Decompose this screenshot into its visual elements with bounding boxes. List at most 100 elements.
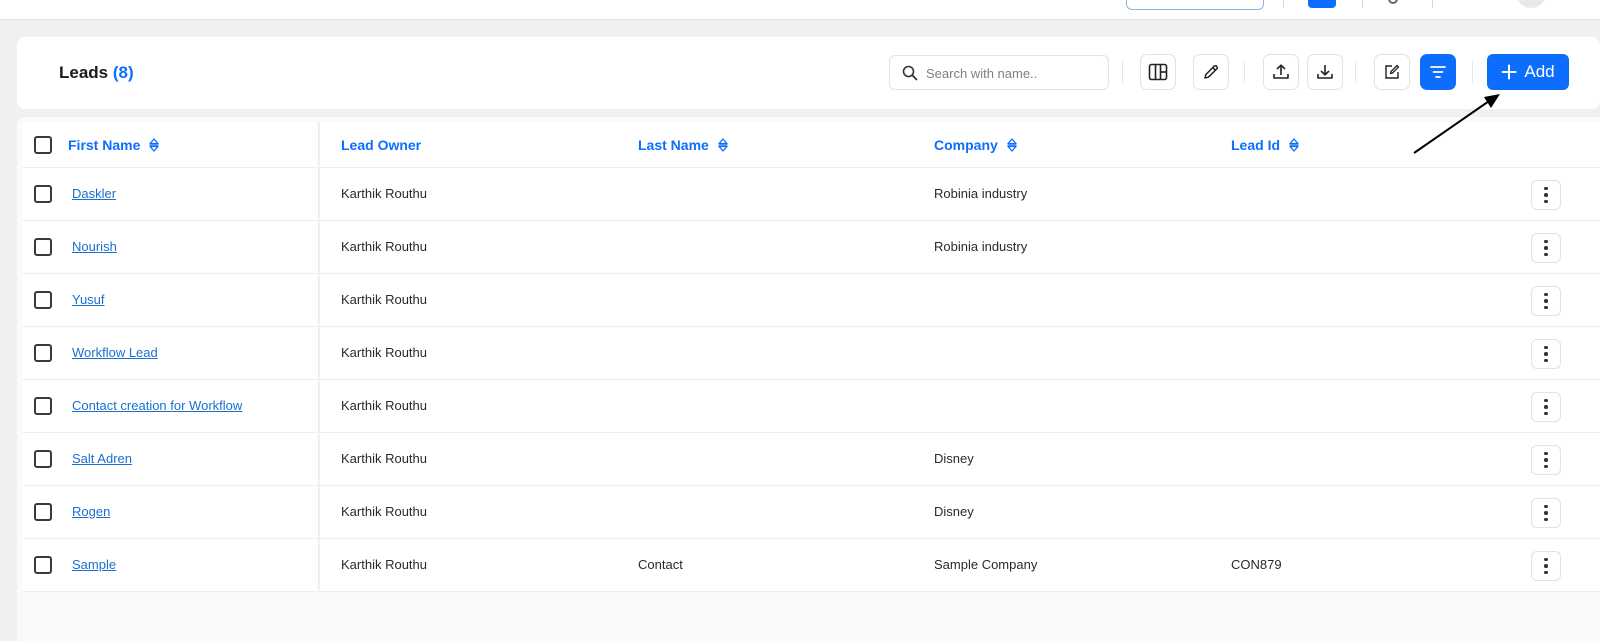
row-checkbox[interactable] [34, 556, 52, 574]
lead-id-cell: CON879 [1231, 557, 1282, 572]
top-nav-pill-button[interactable] [1126, 0, 1264, 10]
more-vertical-icon [1544, 345, 1548, 350]
column-header-last-name[interactable]: Last Name [638, 137, 729, 153]
row-checkbox[interactable] [34, 291, 52, 309]
sort-icon[interactable] [1288, 137, 1300, 153]
page-title-text: Leads [59, 63, 109, 82]
lead-owner-cell: Karthik Routhu [341, 504, 427, 519]
plus-icon [1501, 64, 1517, 80]
lead-first-name-link[interactable]: Contact creation for Workflow [72, 398, 242, 413]
sort-icon[interactable] [1006, 137, 1018, 153]
toolbar-divider [1355, 61, 1356, 83]
row-checkbox[interactable] [34, 238, 52, 256]
more-vertical-icon [1544, 504, 1548, 509]
lead-first-name-link[interactable]: Daskler [72, 186, 116, 201]
company-cell: Robinia industry [934, 239, 1028, 254]
company-cell: Robinia industry [934, 186, 1028, 201]
table-row: Contact creation for Workflow Karthik Rou… [22, 380, 1600, 433]
notification-icon[interactable] [1388, 0, 1398, 4]
select-all-checkbox[interactable] [34, 136, 52, 154]
search-input[interactable] [926, 63, 1102, 83]
column-header-company[interactable]: Company [934, 137, 1018, 153]
search-icon [902, 65, 918, 81]
row-actions-button[interactable] [1531, 286, 1561, 316]
import-button[interactable] [1263, 54, 1299, 90]
more-vertical-icon [1544, 239, 1548, 244]
add-lead-button[interactable]: Add [1487, 54, 1569, 90]
table-body: Daskler Karthik Routhu Robinia industry Nou… [22, 168, 1600, 592]
top-nav-divider [1283, 0, 1284, 8]
frozen-column-divider [318, 380, 320, 432]
lead-first-name-link[interactable]: Workflow Lead [72, 345, 158, 360]
filter-icon [1430, 66, 1446, 78]
columns-button[interactable] [1140, 54, 1176, 90]
row-actions-button[interactable] [1531, 339, 1561, 369]
sort-icon[interactable] [148, 137, 160, 153]
frozen-column-divider [318, 221, 320, 273]
column-header-label: Lead Id [1231, 137, 1281, 153]
lead-first-name-link[interactable]: Sample [72, 557, 116, 572]
column-header-first-name[interactable]: First Name [68, 137, 160, 153]
upload-icon [1273, 64, 1289, 79]
sort-icon[interactable] [717, 137, 729, 153]
columns-icon [1148, 63, 1168, 81]
more-vertical-icon [1544, 398, 1548, 403]
row-actions-button[interactable] [1531, 180, 1561, 210]
table-row: Salt Adren Karthik Routhu Disney [22, 433, 1600, 486]
filter-button[interactable] [1420, 54, 1456, 90]
lead-owner-cell: Karthik Routhu [341, 186, 427, 201]
edit-button[interactable] [1193, 54, 1229, 90]
toolbar-divider [1472, 61, 1473, 83]
column-header-label: Company [934, 137, 998, 153]
export-button[interactable] [1307, 54, 1343, 90]
frozen-column-divider [318, 327, 320, 379]
lead-owner-cell: Karthik Routhu [341, 292, 427, 307]
lead-owner-cell: Karthik Routhu [341, 557, 427, 572]
column-header-label: Last Name [638, 137, 709, 153]
download-icon [1317, 65, 1333, 79]
lead-count: (8) [112, 63, 134, 82]
lead-first-name-link[interactable]: Salt Adren [72, 451, 132, 466]
leads-table: First Name Lead Owner Last Name Company … [22, 122, 1600, 592]
add-button-label: Add [1524, 62, 1555, 81]
table-row: Yusuf Karthik Routhu [22, 274, 1600, 327]
top-nav-divider [1432, 0, 1433, 8]
row-checkbox[interactable] [34, 185, 52, 203]
top-nav-app-button[interactable] [1308, 0, 1336, 8]
row-actions-button[interactable] [1531, 233, 1561, 263]
row-checkbox[interactable] [34, 344, 52, 362]
frozen-column-divider [318, 274, 320, 326]
more-vertical-icon [1544, 451, 1548, 456]
avatar[interactable] [1516, 0, 1546, 8]
table-header: First Name Lead Owner Last Name Company … [22, 122, 1600, 168]
column-header-label: Lead Owner [341, 137, 422, 153]
pencil-icon [1204, 64, 1219, 79]
table-row: Sample Karthik Routhu Contact Sample Compan… [22, 539, 1600, 592]
frozen-column-divider [318, 433, 320, 485]
frozen-column-divider [318, 539, 320, 591]
row-checkbox[interactable] [34, 450, 52, 468]
lead-first-name-link[interactable]: Rogen [72, 504, 110, 519]
mass-edit-button[interactable] [1374, 54, 1410, 90]
edit-square-icon [1385, 64, 1400, 79]
top-nav-divider [1362, 0, 1363, 8]
row-actions-button[interactable] [1531, 551, 1561, 581]
row-actions-button[interactable] [1531, 392, 1561, 422]
table-row: Rogen Karthik Routhu Disney [22, 486, 1600, 539]
lead-owner-cell: Karthik Routhu [341, 239, 427, 254]
lead-first-name-link[interactable]: Nourish [72, 239, 117, 254]
more-vertical-icon [1544, 186, 1548, 191]
lead-first-name-link[interactable]: Yusuf [72, 292, 105, 307]
frozen-column-divider [318, 486, 320, 538]
toolbar-divider [1244, 61, 1245, 83]
row-actions-button[interactable] [1531, 498, 1561, 528]
page-title: Leads (8) [59, 63, 134, 83]
row-checkbox[interactable] [34, 503, 52, 521]
more-vertical-icon [1544, 292, 1548, 297]
row-checkbox[interactable] [34, 397, 52, 415]
table-row: Daskler Karthik Routhu Robinia industry [22, 168, 1600, 221]
row-actions-button[interactable] [1531, 445, 1561, 475]
search-box[interactable] [889, 55, 1109, 90]
column-header-lead-id[interactable]: Lead Id [1231, 137, 1300, 153]
column-header-lead-owner[interactable]: Lead Owner [341, 137, 421, 153]
